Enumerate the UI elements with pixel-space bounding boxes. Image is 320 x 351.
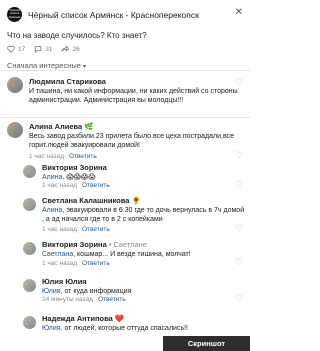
- comment-meta: 1 час назад Ответить: [29, 153, 97, 160]
- close-icon[interactable]: ✕: [235, 7, 243, 18]
- comment-author[interactable]: Виктория Зорина • Светлане: [42, 240, 147, 249]
- comment-author[interactable]: Юлия Юлия: [42, 277, 87, 286]
- watermark: Скриншот: [163, 336, 250, 351]
- comment-author[interactable]: Светлана Калашникова 🌻: [42, 196, 141, 205]
- divider: [0, 70, 250, 71]
- divider: [0, 117, 250, 118]
- avatar[interactable]: [23, 279, 36, 292]
- comment-author[interactable]: Виктория Зорина: [42, 163, 107, 172]
- comments-button[interactable]: 31: [34, 45, 52, 53]
- avatar[interactable]: [23, 165, 36, 178]
- reply-button[interactable]: Ответить: [82, 226, 110, 233]
- reply-address[interactable]: Светлана,: [42, 251, 75, 258]
- group-avatar[interactable]: Чёрный список Армянск: [7, 7, 22, 22]
- avatar[interactable]: [7, 77, 23, 93]
- post-text: Что на заводе случилось? Кто знает?: [7, 31, 147, 40]
- reply-comment: Виктория Зорина • Светлане Светлана, кош…: [7, 240, 245, 270]
- comment-time: 1 час назад: [42, 182, 77, 189]
- heart-icon[interactable]: ♡: [235, 223, 243, 234]
- like-button[interactable]: 17: [7, 45, 25, 53]
- share-button[interactable]: 26: [61, 45, 80, 53]
- avatar[interactable]: [23, 198, 36, 211]
- comment-author[interactable]: Надежда Антипова ❤️: [42, 314, 124, 323]
- comment-meta: 1 час назад Ответить: [42, 260, 110, 267]
- reply-button[interactable]: Ответить: [98, 296, 126, 303]
- reply-text: от куда информация: [62, 288, 132, 295]
- heart-icon[interactable]: ♡: [235, 77, 243, 88]
- comment-time: 1 час назад: [42, 226, 77, 233]
- comment-text: Алина, 😱😱😱😱: [42, 173, 245, 182]
- comment: Людмила Старикова И тишина, ни какой инф…: [7, 77, 245, 117]
- comment-text: И тишина, ни какой информации, ни каких …: [29, 88, 238, 104]
- reply-comment: Юлия Юлия Юлия, от куда информация 24 ми…: [7, 277, 245, 307]
- comments-sort-dropdown[interactable]: Сначала интересные ▾: [7, 61, 86, 70]
- avatar[interactable]: [23, 316, 36, 329]
- avatar[interactable]: [7, 122, 23, 138]
- reply-button[interactable]: Ответить: [82, 260, 110, 267]
- likes-count: 17: [18, 45, 26, 53]
- author-name: Виктория Зорина: [42, 240, 107, 249]
- reply-text: эвакуировали в 6.30 где то дочь вернулас…: [42, 207, 245, 223]
- comment-author[interactable]: Людмила Старикова: [29, 77, 106, 86]
- comment-time: 24 минуты назад: [42, 296, 93, 303]
- sort-label: Сначала интересные: [7, 61, 81, 70]
- comment-time: 1 час назад: [29, 153, 64, 160]
- screenshot-label: Скриншот: [187, 339, 226, 348]
- reply-address[interactable]: Юлия,: [42, 325, 63, 332]
- comment-text: Алина, эвакуировали в 6.30 где то дочь в…: [42, 206, 245, 224]
- views-count: 26: [72, 45, 80, 53]
- comment-text: Светлана, кошмар... И везде тишина, молч…: [42, 250, 245, 259]
- reply-text: кошмар... И везде тишина, молчат!: [75, 251, 191, 258]
- comment-time: 1 час назад: [42, 260, 77, 267]
- comment-meta: 1 час назад Ответить: [42, 226, 110, 233]
- reply-text: 😱😱😱😱: [64, 174, 96, 181]
- group-header: Чёрный список Армянск Чёрный список Армя…: [7, 7, 243, 23]
- reply-button[interactable]: Ответить: [82, 182, 110, 189]
- comment-text: Весь завод разбили.23 прилета было.все ц…: [29, 133, 234, 149]
- post-stats: 17 31 26: [7, 45, 80, 53]
- reply-comment: Виктория Зорина Алина, 😱😱😱😱 1 час назад О…: [7, 163, 245, 191]
- reply-comment: Светлана Калашникова 🌻 Алина, эвакуирова…: [7, 196, 245, 236]
- heart-icon: [7, 45, 15, 53]
- heart-icon[interactable]: ♡: [235, 257, 243, 268]
- reply-address[interactable]: Юлия,: [42, 288, 63, 295]
- reply-address[interactable]: Алина,: [42, 174, 64, 181]
- share-icon: [61, 45, 70, 53]
- comment-author[interactable]: Алина Алиева 🌿: [29, 122, 94, 131]
- comment-meta: 1 час назад Ответить: [42, 182, 110, 189]
- reply-target: • Светлане: [106, 240, 147, 249]
- comment-icon: [35, 46, 42, 53]
- heart-icon[interactable]: ♡: [235, 293, 243, 304]
- comment-meta: 24 минуты назад Ответить: [42, 296, 126, 303]
- reply-text: от людей, которые оттуда спасались!!: [62, 325, 188, 332]
- heart-icon[interactable]: ♡: [235, 150, 243, 161]
- avatar[interactable]: [23, 242, 36, 255]
- reply-address[interactable]: Алина,: [42, 207, 64, 214]
- group-title[interactable]: Чёрный список Армянск - Красноперекопск: [28, 10, 199, 20]
- comments-count: 31: [45, 45, 53, 53]
- comment-text: Юлия, от куда информация: [42, 287, 245, 296]
- comment: Алина Алиева 🌿 Весь завод разбили.23 при…: [7, 122, 245, 162]
- reply-button[interactable]: Ответить: [69, 153, 97, 160]
- heart-icon[interactable]: ♡: [235, 179, 243, 190]
- comment-text: Юлия, от людей, которые оттуда спасались…: [42, 324, 245, 333]
